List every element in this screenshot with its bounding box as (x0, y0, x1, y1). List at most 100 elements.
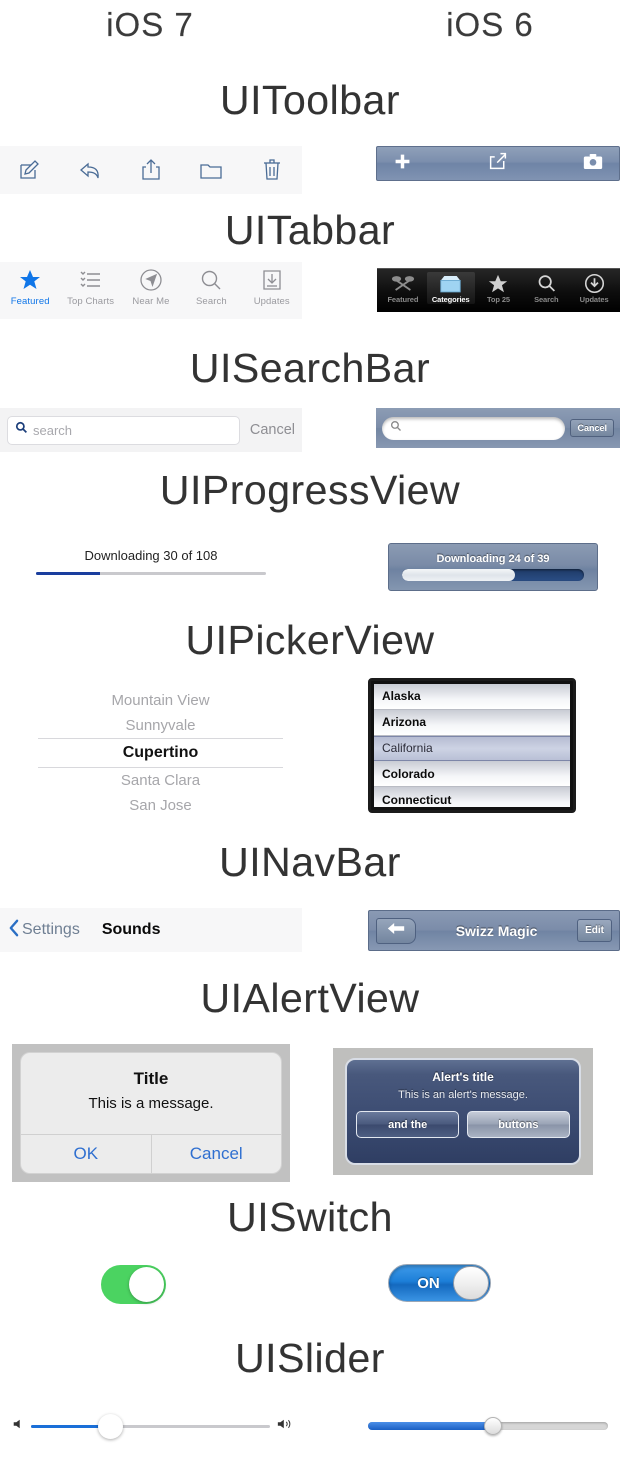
tab-search[interactable]: Search (182, 267, 240, 307)
star-icon (475, 272, 523, 295)
ios6-pickerview[interactable]: Alaska Arizona California Colorado Conne… (368, 678, 576, 813)
tab-featured[interactable]: Featured (1, 267, 59, 307)
volume-low-icon (12, 1417, 24, 1435)
search-input[interactable] (382, 416, 566, 440)
navbar-title: Swizz Magic (455, 922, 538, 939)
alert-buttons: and the buttons (356, 1111, 570, 1138)
share-icon[interactable] (488, 152, 508, 175)
section-title-uislider: UISlider (235, 1335, 385, 1381)
reply-icon[interactable] (78, 157, 104, 183)
picker-row[interactable]: Alaska (374, 684, 570, 710)
tab-label: Featured (387, 295, 419, 304)
alert-title: Alert's title (432, 1070, 494, 1084)
ios6-tabbar[interactable]: Featured Categories Top 25 Search Update… (377, 268, 620, 312)
tab-label: Updates (579, 295, 609, 304)
ios6-alertview: Alert's title This is an alert's message… (345, 1058, 581, 1165)
tab-updates[interactable]: Updates (243, 267, 301, 307)
ios6-toolbar[interactable] (376, 146, 620, 181)
tab-label: Top Charts (67, 296, 115, 307)
section-title-navbar: UINavBar (219, 839, 401, 885)
tab-top-25[interactable]: Top 25 (475, 272, 523, 304)
navbar-title: Sounds (101, 921, 161, 938)
section-title-pickerview: UIPickerView (185, 617, 435, 663)
ios7-tabbar[interactable]: Featured Top Charts Near Me Search Updat… (0, 262, 302, 319)
progress-fill (402, 569, 515, 581)
ios7-progressview: Downloading 30 of 108 (36, 548, 266, 575)
cancel-button[interactable]: Cancel (570, 419, 614, 437)
search-placeholder: search (33, 422, 73, 438)
plus-icon[interactable] (393, 152, 412, 176)
ribbon-icon (379, 272, 427, 295)
back-button[interactable] (376, 917, 416, 944)
trash-icon[interactable] (259, 157, 285, 183)
edit-button[interactable]: Edit (577, 919, 612, 942)
ios6-switch[interactable]: ON (388, 1264, 491, 1302)
switch-knob (129, 1267, 164, 1302)
volume-high-icon (277, 1417, 294, 1436)
tab-search[interactable]: Search (522, 272, 570, 304)
comparison-sheet: iOS 7 iOS 6 UIToolbar UITabbar Featured … (0, 0, 620, 1468)
picker-row[interactable]: San Jose (38, 793, 283, 818)
progress-label: Downloading 30 of 108 (84, 548, 218, 563)
box-icon (427, 272, 475, 295)
alert-button-2[interactable]: buttons (467, 1111, 570, 1138)
search-input[interactable]: search (7, 415, 240, 445)
ios7-alertview-backdrop: Title This is a message. OK Cancel (12, 1044, 290, 1182)
section-title-uiswitch: UISwitch (227, 1194, 393, 1240)
picker-row[interactable]: Sunnyvale (38, 713, 283, 738)
star-icon (1, 267, 59, 293)
folder-icon[interactable] (198, 157, 224, 183)
tab-updates[interactable]: Updates (570, 272, 618, 304)
ios6-alertview-backdrop: Alert's title This is an alert's message… (333, 1048, 593, 1175)
ios6-searchbar[interactable]: Cancel (376, 408, 620, 448)
tab-top-charts[interactable]: Top Charts (62, 267, 120, 307)
picker-row-selected[interactable]: California (374, 735, 570, 762)
slider-track[interactable] (31, 1413, 270, 1439)
slider-knob[interactable] (97, 1413, 123, 1439)
tab-categories[interactable]: Categories (426, 272, 475, 304)
ios6-slider[interactable] (368, 1414, 608, 1438)
cancel-button[interactable]: Cancel (250, 422, 295, 438)
back-label: Settings (22, 921, 80, 938)
switch-knob (453, 1266, 489, 1300)
picker-row[interactable]: Santa Clara (38, 768, 283, 793)
section-title-progressview: UIProgressView (159, 467, 461, 513)
search-icon (390, 419, 402, 437)
section-title-alertview: UIAlertView (200, 975, 420, 1021)
ios7-toolbar[interactable] (0, 146, 302, 194)
column-header-ios6: iOS 6 (446, 6, 534, 43)
alert-cancel-button[interactable]: Cancel (150, 1135, 282, 1173)
picker-row[interactable]: Mountain View (38, 688, 283, 713)
tab-label: Updates (253, 296, 290, 307)
ios6-navbar: Swizz Magic Edit (368, 910, 620, 951)
slider-knob[interactable] (483, 1417, 502, 1435)
section-title-toolbar: UIToolbar (220, 77, 400, 123)
progress-track (402, 569, 584, 581)
tab-label: Top 25 (486, 295, 510, 304)
alert-message: This is an alert's message. (398, 1089, 528, 1101)
tab-featured[interactable]: Featured (379, 272, 427, 304)
picker-row-selected[interactable]: Cupertino (38, 738, 283, 768)
alert-button-1[interactable]: and the (356, 1111, 459, 1138)
share-icon[interactable] (138, 157, 164, 183)
download-box-icon (243, 267, 301, 293)
ios7-switch[interactable] (101, 1265, 166, 1304)
ios7-pickerview[interactable]: Mountain View Sunnyvale Cupertino Santa … (38, 688, 283, 818)
camera-icon[interactable] (583, 153, 603, 175)
alert-ok-button[interactable]: OK (21, 1135, 151, 1173)
compose-icon[interactable] (17, 157, 43, 183)
ios7-alertview: Title This is a message. OK Cancel (20, 1052, 282, 1174)
back-button[interactable]: Settings (8, 919, 80, 942)
picker-row[interactable]: Colorado (374, 761, 570, 788)
search-icon (15, 421, 28, 439)
tab-near-me[interactable]: Near Me (122, 267, 180, 307)
slider-track[interactable] (368, 1417, 608, 1435)
ios7-slider[interactable] (12, 1412, 294, 1440)
ios7-searchbar[interactable]: search Cancel (0, 408, 302, 452)
picker-row[interactable]: Connecticut (374, 787, 570, 807)
ios6-progressview: Downloading 24 of 39 (388, 543, 598, 591)
picker-row[interactable]: Arizona (374, 709, 570, 736)
progress-track (36, 572, 266, 575)
list-icon (62, 267, 120, 293)
tab-label: Search (196, 296, 227, 307)
